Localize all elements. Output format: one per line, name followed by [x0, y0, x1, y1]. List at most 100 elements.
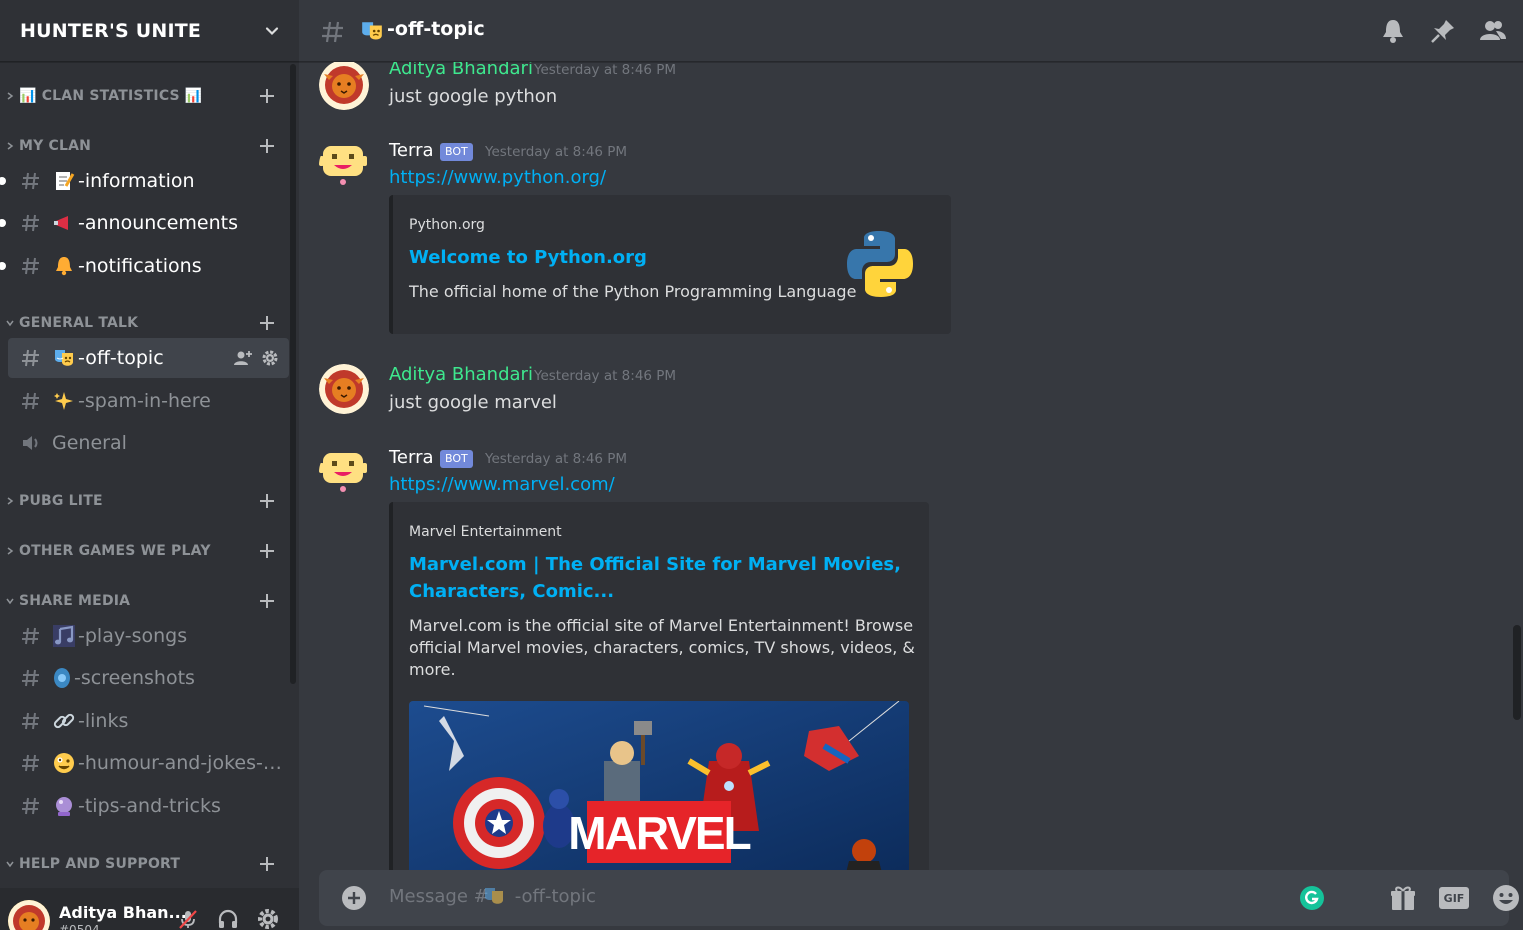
channel-humour-and-jokes[interactable]: -humour-and-jokes-m...	[8, 743, 289, 783]
grammarly-icon[interactable]	[1299, 885, 1325, 911]
plus-icon[interactable]	[258, 542, 276, 560]
channel-links[interactable]: -links	[8, 701, 289, 741]
user-panel: Aditya Bhan... #0504	[0, 888, 299, 930]
hash-icon	[22, 349, 39, 367]
message-author[interactable]: Terra	[389, 447, 434, 468]
embed-description-line: Marvel.com is the official site of Marve…	[409, 616, 914, 635]
plus-icon[interactable]	[258, 314, 276, 332]
link-embed: Python.org Welcome to Python.org The off…	[389, 195, 951, 334]
bell-emoji-icon	[56, 257, 72, 276]
gear-icon[interactable]	[261, 349, 279, 367]
chat-main: -off-topic Aditya Bhandari Yesterday at …	[299, 0, 1523, 930]
avatar[interactable]	[319, 140, 369, 190]
embed-title-line[interactable]: Marvel.com | The Official Site for Marve…	[409, 551, 901, 578]
masks-icon	[55, 350, 73, 366]
message-timestamp: Yesterday at 8:46 PM	[485, 451, 628, 467]
chevron-down-icon	[6, 861, 14, 868]
speaker-icon	[23, 436, 38, 450]
members-icon[interactable]	[1479, 17, 1507, 45]
chat-scrollbar[interactable]	[1513, 625, 1521, 720]
category-other-games[interactable]: OTHER GAMES WE PLAY	[0, 539, 290, 563]
mute-mic-icon[interactable]	[177, 908, 199, 930]
message-author[interactable]: Aditya Bhandari	[389, 364, 533, 385]
channel-label: -play-songs	[78, 625, 188, 647]
user-tag: #0504	[59, 923, 100, 930]
message-composer[interactable]: Message # -off-topic GIF	[319, 870, 1519, 926]
marvel-logo-text: MARVEL	[568, 807, 750, 859]
bell-icon[interactable]	[1379, 17, 1407, 45]
embed-provider: Marvel Entertainment	[409, 524, 562, 540]
server-name: HUNTER'S UNITE	[20, 19, 202, 42]
channel-label: -tips-and-tricks	[78, 795, 221, 817]
message-author[interactable]: Terra	[389, 140, 434, 161]
avatar[interactable]	[319, 364, 369, 414]
avatar[interactable]	[319, 62, 369, 110]
embed-image[interactable]: MARVEL	[409, 701, 909, 870]
message-link[interactable]: https://www.python.org/	[389, 167, 606, 188]
robot-avatar-icon	[319, 453, 367, 492]
hash-icon	[22, 392, 39, 410]
category-label: HELP AND SUPPORT	[19, 856, 181, 872]
channel-screenshots[interactable]: -screenshots	[8, 658, 289, 698]
marvel-heroes-image: MARVEL	[409, 701, 909, 870]
user-controls	[177, 908, 279, 930]
message-author[interactable]: Aditya Bhandari	[389, 62, 533, 79]
bot-badge: BOT	[440, 450, 473, 468]
emoji-icon[interactable]	[1491, 883, 1521, 913]
upload-plus-icon[interactable]	[341, 885, 367, 911]
bot-badge: BOT	[440, 143, 473, 161]
channel-label: -notifications	[78, 255, 202, 277]
chevron-right-icon	[7, 142, 14, 150]
chevron-right-icon	[7, 497, 14, 505]
lion-avatar-icon	[319, 62, 369, 110]
category-pubg-lite[interactable]: PUBG LITE	[0, 489, 290, 513]
message-text: just google python	[389, 86, 558, 107]
hash-icon	[322, 21, 343, 43]
embed-description: The official home of the Python Programm…	[409, 282, 857, 301]
pin-icon[interactable]	[1429, 17, 1457, 45]
embed-title[interactable]: Welcome to Python.org	[409, 244, 647, 271]
category-share-media[interactable]: SHARE MEDIA	[0, 589, 290, 613]
sidebar-scrollbar[interactable]	[290, 64, 296, 684]
channel-sidebar: HUNTER'S UNITE 📊 CLAN STATISTICS 📊 MY CL…	[0, 0, 299, 930]
category-clan-statistics[interactable]: 📊 CLAN STATISTICS 📊	[0, 84, 290, 108]
channel-label: -off-topic	[78, 347, 164, 369]
add-member-icon[interactable]	[233, 349, 253, 367]
gif-button[interactable]: GIF	[1439, 887, 1469, 909]
plus-icon[interactable]	[258, 492, 276, 510]
header-toolbar	[1379, 17, 1507, 45]
placeholder-channel: -off-topic	[514, 886, 596, 907]
channel-information[interactable]: -information	[0, 161, 289, 201]
plus-icon[interactable]	[258, 855, 276, 873]
gear-icon[interactable]	[257, 908, 279, 930]
embed-description-line: official Marvel movies, characters, comi…	[409, 638, 915, 657]
channel-spam-in-here[interactable]: -spam-in-here	[8, 381, 289, 421]
hash-icon	[22, 754, 39, 772]
category-help-support[interactable]: HELP AND SUPPORT	[0, 852, 290, 876]
category-label: 📊 CLAN STATISTICS 📊	[19, 88, 203, 104]
channel-tips-and-tricks[interactable]: -tips-and-tricks	[8, 786, 289, 826]
avatar[interactable]	[319, 447, 369, 497]
gift-icon[interactable]	[1389, 884, 1417, 912]
category-my-clan[interactable]: MY CLAN	[0, 134, 290, 158]
embed-provider: Python.org	[409, 217, 485, 233]
embed-title-line[interactable]: Characters, Comic...	[409, 578, 614, 605]
message-link[interactable]: https://www.marvel.com/	[389, 474, 615, 495]
category-general-talk[interactable]: GENERAL TALK	[0, 311, 290, 335]
server-header[interactable]: HUNTER'S UNITE	[0, 0, 299, 62]
message-timestamp: Yesterday at 8:46 PM	[534, 62, 677, 78]
category-label: MY CLAN	[19, 138, 92, 154]
channel-label: -screenshots	[74, 667, 195, 689]
plus-icon[interactable]	[258, 87, 276, 105]
voice-channel-general[interactable]: General	[8, 423, 289, 463]
unread-indicator	[0, 262, 6, 270]
link-icon	[53, 713, 75, 729]
channel-off-topic[interactable]: -off-topic	[8, 338, 289, 378]
channel-play-songs[interactable]: -play-songs	[8, 616, 289, 656]
plus-icon[interactable]	[258, 592, 276, 610]
channel-notifications[interactable]: -notifications	[0, 246, 289, 286]
headphones-icon[interactable]	[217, 908, 239, 930]
avatar[interactable]	[8, 900, 50, 930]
channel-announcements[interactable]: -announcements	[0, 203, 289, 243]
plus-icon[interactable]	[258, 137, 276, 155]
